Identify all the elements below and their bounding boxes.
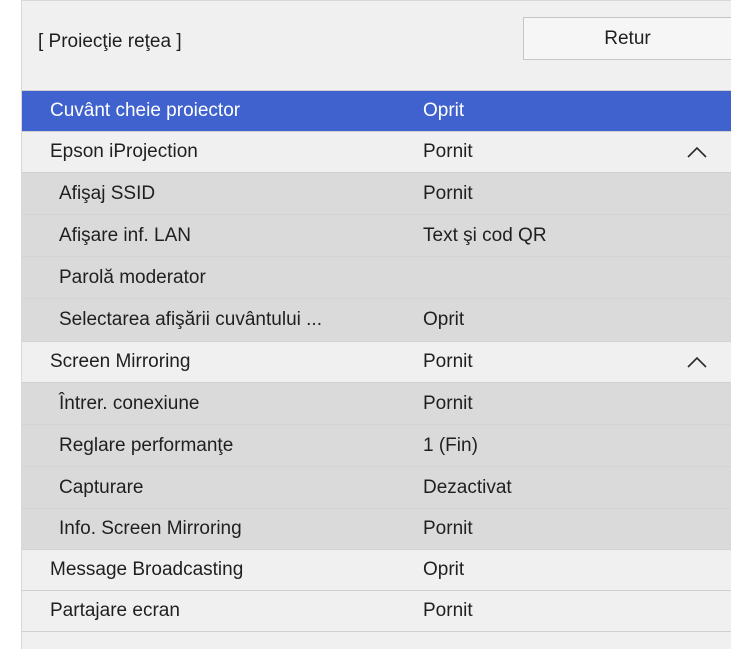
settings-list: Cuvânt cheie proiector Oprit Epson iProj… bbox=[22, 91, 731, 632]
row-epson-iprojection[interactable]: Epson iProjection Pornit bbox=[22, 132, 731, 173]
row-lan-info-display[interactable]: Afişare inf. LAN Text şi cod QR bbox=[22, 215, 731, 257]
row-value: Dezactivat bbox=[423, 476, 512, 498]
return-button[interactable]: Retur bbox=[523, 17, 731, 60]
page-title: [ Proiecţie reţea ] bbox=[38, 31, 182, 52]
row-screen-sharing[interactable]: Partajare ecran Pornit bbox=[22, 591, 731, 632]
row-value: Pornit bbox=[423, 518, 473, 539]
row-screen-mirroring-info[interactable]: Info. Screen Mirroring Pornit bbox=[22, 509, 731, 550]
row-label: Cuvânt cheie proiector bbox=[50, 100, 241, 121]
row-value: Pornit bbox=[423, 351, 473, 372]
row-label: Afişaj SSID bbox=[59, 182, 156, 204]
row-label: Partajare ecran bbox=[50, 600, 180, 621]
row-interrupt-connection[interactable]: Întrer. conexiune Pornit bbox=[22, 383, 731, 425]
row-label: Screen Mirroring bbox=[50, 351, 191, 372]
row-performance-adjust[interactable]: Reglare performanţe 1 (Fin) bbox=[22, 425, 731, 467]
row-value: Pornit bbox=[423, 600, 473, 621]
row-moderator-password[interactable]: Parolă moderator bbox=[22, 257, 731, 299]
row-value: Text şi cod QR bbox=[423, 224, 547, 246]
row-label: Întrer. conexiune bbox=[59, 392, 200, 414]
row-message-broadcasting[interactable]: Message Broadcasting Oprit bbox=[22, 550, 731, 591]
row-value: Oprit bbox=[423, 309, 465, 330]
row-ssid-display[interactable]: Afişaj SSID Pornit bbox=[22, 173, 731, 215]
row-screen-mirroring[interactable]: Screen Mirroring Pornit bbox=[22, 342, 731, 383]
row-value: Pornit bbox=[423, 141, 473, 162]
chevron-up-icon[interactable] bbox=[686, 145, 708, 159]
row-value: Oprit bbox=[423, 100, 465, 121]
row-capture[interactable]: Capturare Dezactivat bbox=[22, 467, 731, 509]
row-label: Selectarea afişării cuvântului ... bbox=[59, 309, 322, 330]
row-value: Pornit bbox=[423, 182, 473, 204]
row-label: Message Broadcasting bbox=[50, 559, 244, 580]
panel-header: [ Proiecţie reţea ] Retur bbox=[22, 1, 731, 91]
row-label: Parolă moderator bbox=[59, 266, 206, 288]
row-value: Oprit bbox=[423, 559, 465, 580]
row-label: Capturare bbox=[59, 476, 144, 498]
row-label: Epson iProjection bbox=[50, 141, 198, 162]
row-value: Pornit bbox=[423, 392, 473, 414]
chevron-up-icon[interactable] bbox=[686, 355, 708, 369]
row-label: Reglare performanţe bbox=[59, 434, 234, 456]
row-label: Afişare inf. LAN bbox=[59, 224, 191, 246]
row-keyword-display-select[interactable]: Selectarea afişării cuvântului ... Oprit bbox=[22, 299, 731, 342]
row-projector-keyword[interactable]: Cuvânt cheie proiector Oprit bbox=[22, 91, 731, 132]
row-value: 1 (Fin) bbox=[423, 434, 478, 456]
row-label: Info. Screen Mirroring bbox=[59, 518, 242, 539]
settings-panel: [ Proiecţie reţea ] Retur Cuvânt cheie p… bbox=[21, 0, 731, 649]
